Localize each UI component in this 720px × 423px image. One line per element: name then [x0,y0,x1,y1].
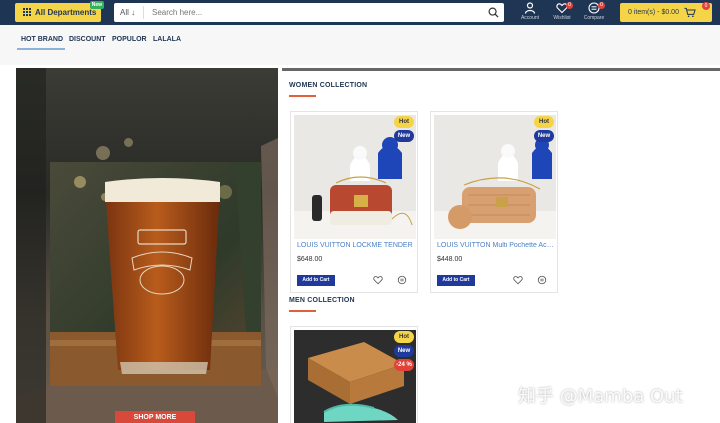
wishlist-count-badge: 0 [566,2,573,9]
new-badge: New [534,130,554,142]
new-flag-badge: New [89,1,104,9]
product-price: $448.00 [437,256,463,263]
add-to-cart-button[interactable]: Add to Cart [437,275,475,286]
account-link[interactable]: Account [516,2,544,24]
tab-populor[interactable]: POPULOR [112,36,147,43]
compare-link[interactable]: 0 Compare [580,2,608,24]
product-image[interactable] [294,330,416,423]
discount-badge: -24 % [394,359,414,371]
search-bar: All ↓ [114,3,504,22]
cart-icon [684,7,696,18]
shop-more-button[interactable]: SHOP MORE [115,411,195,423]
hot-badge: Hot [394,331,414,343]
hot-badge: Hot [394,116,414,128]
compare-label: Compare [583,15,605,21]
search-button[interactable] [482,3,504,22]
new-badge: New [394,130,414,142]
tab-hot-brand[interactable]: HOT BRAND [21,36,63,43]
tab-lalala[interactable]: LALALA [153,36,181,43]
header-bar: All Departments New All ↓ Account 0 Wish… [0,0,720,25]
cart-button[interactable]: 0 item(s) - $0.00 0 [620,2,712,22]
active-tab-indicator [17,48,65,50]
product-name-link[interactable]: LOUIS VUITTON Multi Pochette Accessoires [437,242,557,249]
chevron-down-icon: ↓ [131,8,136,17]
add-to-cart-button[interactable]: Add to Cart [297,275,335,286]
heart-icon[interactable] [513,275,523,285]
hot-badge: Hot [534,116,554,128]
search-scope-select[interactable]: All ↓ [114,6,144,19]
page: All Departments New All ↓ Account 0 Wish… [0,0,720,423]
sneaker-box-image [294,330,416,423]
grid-menu-icon [23,8,32,17]
beer-glass-photo [50,162,261,386]
all-departments-button[interactable]: All Departments New [15,1,104,22]
product-card[interactable]: Hot New LOUIS VUITTON LOCKME TENDER $648… [290,111,418,293]
beer-glass-image [50,162,261,386]
search-input[interactable] [144,8,482,17]
cart-count-badge: 0 [702,2,710,10]
cart-summary: 0 item(s) - $0.00 [628,9,679,16]
compare-icon[interactable] [397,275,407,285]
user-icon [524,2,536,14]
new-badge: New [394,345,414,357]
wishlist-link[interactable]: 0 Wishlist [548,2,576,24]
search-scope-label: All [120,8,129,17]
heart-icon[interactable] [373,275,383,285]
product-price: $648.00 [297,256,323,263]
men-collection-underline [289,310,316,312]
women-collection-underline [289,95,316,97]
search-icon [488,7,499,18]
account-label: Account [520,15,540,21]
all-departments-label: All Departments [35,8,97,17]
tab-discount[interactable]: DISCOUNT [69,36,106,43]
section-top-rule [282,68,720,71]
product-card[interactable]: Hot New LOUIS VUITTON Multi Pochette Acc… [430,111,558,293]
women-collection-title: WOMEN COLLECTION [289,82,368,89]
watermark-text: 知乎 @Mamba Out [518,386,683,407]
product-name-link[interactable]: LOUIS VUITTON LOCKME TENDER [297,242,417,249]
compare-icon[interactable] [537,275,547,285]
men-collection-title: MEN COLLECTION [289,297,355,304]
compare-count-badge: 0 [598,2,605,9]
wishlist-label: Wishlist [553,15,571,21]
product-card[interactable]: Hot New -24 % [290,326,418,423]
category-tabs: HOT BRAND DISCOUNT POPULOR LALALA [0,25,720,65]
